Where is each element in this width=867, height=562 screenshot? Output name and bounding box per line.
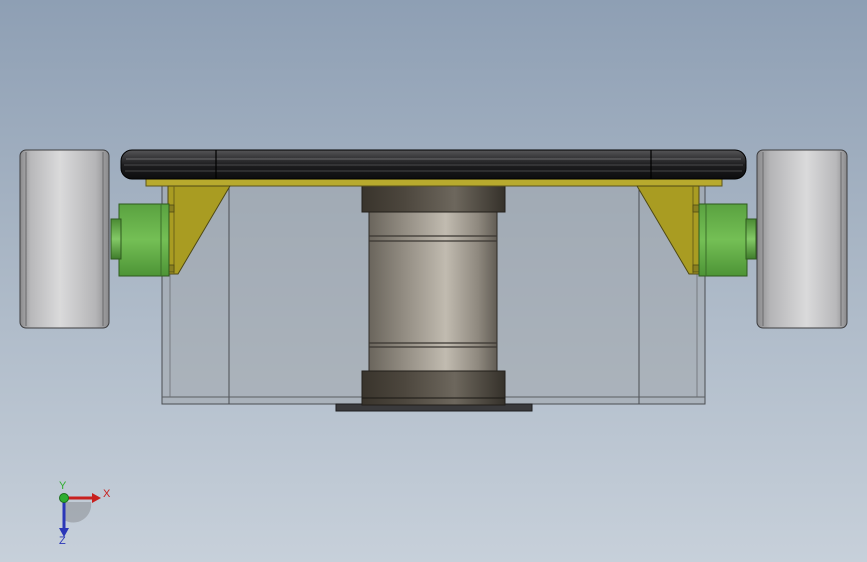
triad-shadow-arc bbox=[64, 502, 92, 523]
right-motor[interactable] bbox=[698, 203, 757, 277]
mounting-strip[interactable] bbox=[145, 178, 723, 187]
right-wheel[interactable] bbox=[756, 149, 848, 329]
y-axis-label: Y bbox=[59, 480, 67, 492]
left-wheel[interactable] bbox=[19, 149, 110, 329]
y-axis-dot bbox=[59, 493, 69, 503]
x-axis-arrow bbox=[64, 493, 101, 503]
3d-viewport[interactable]: X Y Z bbox=[0, 0, 867, 562]
orientation-triad[interactable]: X Y Z bbox=[48, 480, 118, 545]
left-motor[interactable] bbox=[110, 203, 170, 277]
x-axis-label: X bbox=[103, 488, 111, 500]
central-column[interactable] bbox=[361, 185, 506, 406]
model-view[interactable] bbox=[0, 0, 867, 562]
top-plate[interactable] bbox=[120, 149, 747, 180]
z-axis-label: Z bbox=[59, 535, 66, 545]
